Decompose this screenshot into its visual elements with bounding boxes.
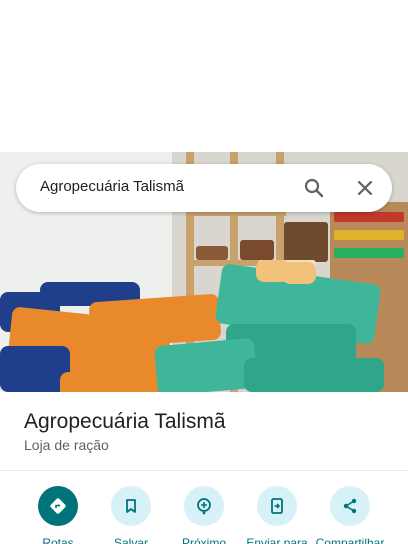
photo-goods [334,212,404,222]
send-to-phone-label: Enviar para [246,536,308,544]
photo-goods [284,222,328,262]
search-icon[interactable] [302,176,326,200]
directions-icon [38,486,78,526]
photo-goods [196,246,228,260]
search-query-text[interactable]: Agropecuária Talismã [40,178,184,195]
share-label: Compartilhar [315,536,385,544]
directions-label: Rotas [42,536,74,544]
place-category[interactable]: Loja de ração [24,437,109,453]
photo-feed-bag [154,337,258,392]
bookmark-icon [111,486,151,526]
photo-goods [334,248,404,258]
photo-goods [334,230,404,240]
divider [0,470,408,471]
save-label: Salvar [113,536,148,544]
nearby-button[interactable]: Próximo [164,486,244,544]
nearby-icon [184,486,224,526]
send-to-phone-icon [257,486,297,526]
photo-goods [240,240,274,260]
share-icon [330,486,370,526]
nearby-label: Próximo [181,536,226,544]
directions-button[interactable]: Rotas [18,486,98,544]
close-icon[interactable] [353,176,377,200]
send-to-phone-button[interactable]: Enviar para [237,486,317,544]
save-button[interactable]: Salvar [91,486,171,544]
photo-bucket [282,262,316,284]
photo-feed-bag [60,372,160,392]
photo-feed-bag [244,358,384,392]
share-button[interactable]: Compartilhar [310,486,390,544]
top-blank-area [0,0,408,152]
search-bar[interactable]: Agropecuária Talismã [16,164,392,212]
place-title: Agropecuária Talismã [24,410,226,433]
